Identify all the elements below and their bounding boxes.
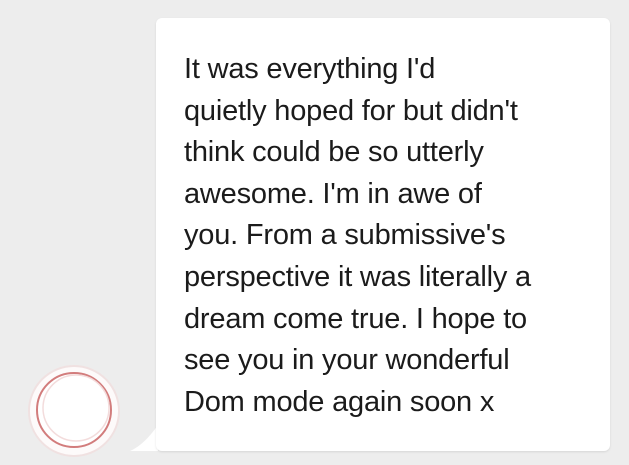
received-message-bubble[interactable]: It was everything I'd quietly hoped for … [156,18,610,451]
chat-screen: It was everything I'd quietly hoped for … [0,0,629,465]
avatar-placeholder-icon [36,372,112,448]
message-bubble-tail [130,425,158,451]
sender-avatar[interactable] [25,362,123,460]
message-text: It was everything I'd quietly hoped for … [184,53,531,418]
